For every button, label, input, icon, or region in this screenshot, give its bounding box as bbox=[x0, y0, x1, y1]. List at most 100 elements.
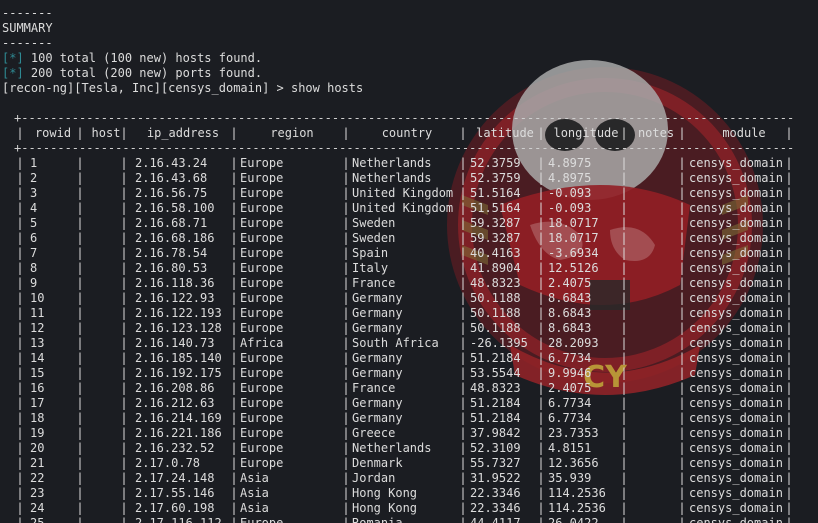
column-separator: | bbox=[537, 456, 545, 470]
column-separator: | bbox=[785, 201, 793, 215]
cell-country: United Kingdom bbox=[352, 201, 454, 215]
column-separator: | bbox=[342, 216, 350, 230]
cell-country: Germany bbox=[352, 321, 403, 335]
column-separator: | bbox=[16, 471, 24, 485]
column-separator: | bbox=[678, 381, 686, 395]
column-header-rowid: rowid bbox=[34, 126, 72, 140]
cell-longitude: 9.9946 bbox=[548, 366, 592, 380]
cell-longitude: 8.6843 bbox=[548, 321, 592, 335]
cell-rowid: 6 bbox=[30, 231, 38, 245]
table-row: | | | | | | | | | | 23 2.17.55.146 Asia Hong Kong 22.3… bbox=[14, 486, 804, 501]
status-marker: [*] bbox=[2, 66, 24, 80]
cell-module: censys_domain bbox=[689, 471, 783, 485]
column-separator: | bbox=[537, 216, 545, 230]
column-separator: | bbox=[620, 261, 628, 275]
cell-latitude: 51.2184 bbox=[470, 351, 521, 365]
column-header-region: region bbox=[270, 126, 314, 140]
cell-longitude: 6.7734 bbox=[548, 411, 592, 425]
summary-rule-bottom: ------- bbox=[2, 36, 53, 50]
column-separator: | bbox=[785, 381, 793, 395]
column-separator: | bbox=[120, 261, 128, 275]
column-separator: | bbox=[785, 501, 793, 515]
cell-country: France bbox=[352, 276, 396, 290]
column-separator: | bbox=[76, 171, 84, 185]
column-separator: | bbox=[785, 441, 793, 455]
column-separator: | bbox=[678, 366, 686, 380]
column-separator: | bbox=[16, 171, 24, 185]
column-separator: | bbox=[16, 306, 24, 320]
cell-rowid: 15 bbox=[30, 366, 45, 380]
cell-module: censys_domain bbox=[689, 231, 783, 245]
summary-rule-top: ------- bbox=[2, 6, 53, 20]
cell-country: Spain bbox=[352, 246, 389, 260]
column-separator: | bbox=[459, 276, 467, 290]
terminal-window[interactable]: CY ------- SUMMARY ------- [*] 100 total… bbox=[0, 0, 818, 523]
command-prompt[interactable]: [recon-ng][Tesla, Inc][censys_domain] > … bbox=[2, 81, 363, 96]
column-separator: | bbox=[16, 126, 24, 140]
cell-longitude: -0.093 bbox=[548, 186, 592, 200]
cell-rowid: 25 bbox=[30, 516, 45, 523]
column-separator: | bbox=[620, 396, 628, 410]
cell-region: Europe bbox=[240, 246, 284, 260]
table-row: | | | | | | | | | | 24 2.17.60.198 Asia Hong Kong 22.3… bbox=[14, 501, 804, 516]
cell-longitude: 12.3656 bbox=[548, 456, 599, 470]
column-separator: | bbox=[76, 366, 84, 380]
cell-latitude: 50.1188 bbox=[470, 321, 521, 335]
cell-module: censys_domain bbox=[689, 381, 783, 395]
cell-module: censys_domain bbox=[689, 261, 783, 275]
column-separator: | bbox=[230, 291, 238, 305]
cell-longitude: 6.7734 bbox=[548, 396, 592, 410]
cell-ip-address: 2.16.122.193 bbox=[135, 306, 222, 320]
column-separator: | bbox=[620, 516, 628, 523]
cell-country: Germany bbox=[352, 306, 403, 320]
cell-rowid: 14 bbox=[30, 351, 45, 365]
column-separator: | bbox=[16, 501, 24, 515]
table-row: | | | | | | | | | | 22 2.17.24.148 Asia Jordan 31.9522… bbox=[14, 471, 804, 486]
column-separator: | bbox=[76, 156, 84, 170]
cell-longitude: 8.6843 bbox=[548, 291, 592, 305]
cell-region: Europe bbox=[240, 321, 284, 335]
column-separator: | bbox=[678, 441, 686, 455]
cell-region: Asia bbox=[240, 471, 269, 485]
cell-module: censys_domain bbox=[689, 171, 783, 185]
column-separator: | bbox=[342, 441, 350, 455]
cell-latitude: 59.3287 bbox=[470, 231, 521, 245]
column-separator: | bbox=[230, 351, 238, 365]
column-separator: | bbox=[459, 306, 467, 320]
table-row: | | | | | | | | | | 16 2.16.208.86 Europe France 48.83… bbox=[14, 381, 804, 396]
column-separator: | bbox=[620, 231, 628, 245]
column-separator: | bbox=[620, 276, 628, 290]
column-separator: | bbox=[76, 126, 84, 140]
column-separator: | bbox=[230, 471, 238, 485]
cell-longitude: 114.2536 bbox=[548, 501, 606, 515]
column-separator: | bbox=[678, 291, 686, 305]
cell-latitude: 51.2184 bbox=[470, 411, 521, 425]
column-separator: | bbox=[620, 366, 628, 380]
status-text: 100 total (100 new) hosts found. bbox=[23, 51, 263, 65]
column-separator: | bbox=[537, 411, 545, 425]
cell-latitude: 41.8904 bbox=[470, 261, 521, 275]
cell-latitude: 52.3759 bbox=[470, 171, 521, 185]
column-separator: | bbox=[342, 411, 350, 425]
table-row: | | | | | | | | | | 15 2.16.192.175 Europe Germany 53.… bbox=[14, 366, 804, 381]
column-separator: | bbox=[785, 291, 793, 305]
column-separator: | bbox=[620, 456, 628, 470]
column-separator: | bbox=[785, 321, 793, 335]
column-separator: | bbox=[76, 201, 84, 215]
column-separator: | bbox=[76, 411, 84, 425]
cell-longitude: 4.8151 bbox=[548, 441, 592, 455]
cell-longitude: -3.6934 bbox=[548, 246, 599, 260]
column-separator: | bbox=[16, 366, 24, 380]
cell-longitude: 6.7734 bbox=[548, 351, 592, 365]
column-separator: | bbox=[785, 411, 793, 425]
column-separator: | bbox=[678, 426, 686, 440]
column-separator: | bbox=[230, 246, 238, 260]
column-separator: | bbox=[459, 201, 467, 215]
column-separator: | bbox=[76, 321, 84, 335]
cell-ip-address: 2.16.68.186 bbox=[135, 231, 215, 245]
cell-module: censys_domain bbox=[689, 306, 783, 320]
cell-latitude: 50.1188 bbox=[470, 291, 521, 305]
cell-module: censys_domain bbox=[689, 201, 783, 215]
column-separator: | bbox=[620, 441, 628, 455]
column-separator: | bbox=[76, 441, 84, 455]
